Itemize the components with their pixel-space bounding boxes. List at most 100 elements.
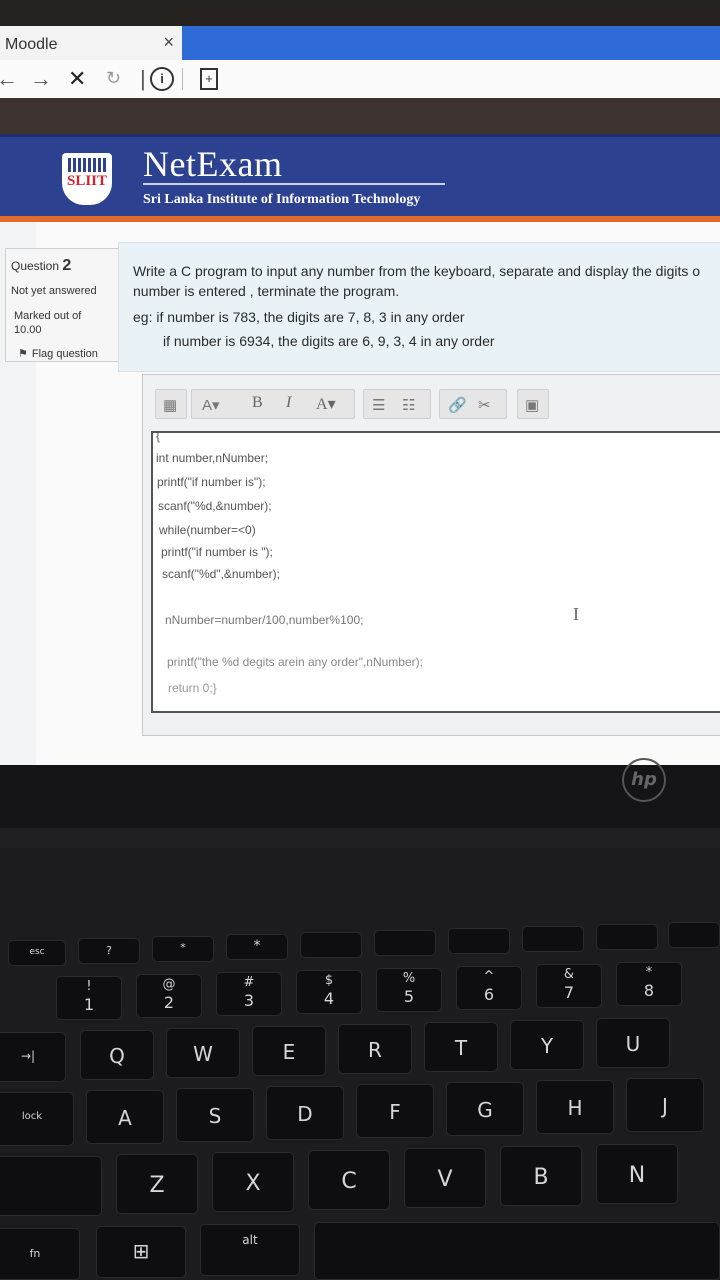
key-j[interactable]: J — [626, 1078, 704, 1132]
answer-textarea[interactable]: { int number,nNumber; printf("if number … — [151, 429, 720, 713]
key-n[interactable]: N — [596, 1144, 678, 1204]
code-line: while(number=<0) — [159, 523, 256, 537]
key-f4[interactable] — [300, 932, 362, 958]
key-y[interactable]: Y — [510, 1020, 584, 1070]
bold-button[interactable]: B — [252, 394, 263, 412]
stop-icon[interactable]: ✕ — [68, 66, 86, 92]
key-7[interactable]: & 7 — [536, 964, 602, 1008]
key-t[interactable]: T — [424, 1022, 498, 1072]
browser-navbar: ← → ✕ ↻ | i + — [0, 60, 720, 99]
key-u[interactable]: U — [596, 1018, 670, 1068]
flag-question-link[interactable]: ⚑ Flag question — [18, 347, 98, 360]
key-a[interactable]: A — [86, 1090, 164, 1144]
site-subtitle: Sri Lanka Institute of Information Techn… — [143, 192, 421, 207]
key-shift[interactable] — [0, 1156, 102, 1216]
key-4[interactable]: $4 — [296, 970, 362, 1014]
editor-toolbar: ▦ A▾ B I A▾ ☰ ☷ 🔗 ✂ ▣ — [155, 389, 720, 419]
key-b[interactable]: B — [500, 1146, 582, 1206]
nav-separator: | — [140, 66, 146, 91]
key-f2[interactable]: * — [152, 936, 214, 962]
key-z[interactable]: Z — [116, 1154, 198, 1214]
key-3[interactable]: #3 — [216, 972, 282, 1016]
flag-label: Flag question — [31, 348, 98, 360]
key-caps-lock[interactable]: lock — [0, 1092, 74, 1146]
key-g[interactable]: G — [446, 1082, 524, 1136]
question-marks: Marked out of 10.00 — [14, 309, 114, 337]
key-f6[interactable] — [448, 928, 510, 954]
flag-icon: ⚑ — [18, 348, 28, 360]
key-s[interactable]: S — [176, 1088, 254, 1142]
key-d[interactable]: D — [266, 1086, 344, 1140]
key-5[interactable]: % 5 — [376, 968, 442, 1012]
key-tab[interactable]: →| — [0, 1032, 66, 1082]
italic-button[interactable]: I — [286, 394, 291, 412]
code-line: int number,nNumber; — [156, 451, 269, 465]
key-q[interactable]: Q — [80, 1030, 154, 1080]
quiz-content: Question 2 Not yet answered Marked out o… — [0, 222, 720, 765]
tab-close-icon[interactable]: × — [163, 32, 174, 53]
windows-icon: ⊞ — [132, 1239, 150, 1263]
tab-strip — [182, 26, 720, 60]
key-6[interactable]: ^ 6 — [456, 966, 522, 1010]
code-line: scanf("%d",&number); — [162, 567, 280, 581]
site-brand[interactable]: NetExam — [143, 143, 282, 185]
laptop-screen: Moodle × ← → ✕ ↻ | i + SLIIT NetExam Sri… — [0, 0, 720, 765]
key-f[interactable]: F — [356, 1084, 434, 1138]
key-2[interactable]: @2 — [136, 974, 202, 1018]
laptop-hinge — [0, 828, 720, 848]
key-f7[interactable] — [522, 926, 584, 952]
ordered-list-icon[interactable]: ☷ — [402, 396, 415, 414]
key-w[interactable]: W — [166, 1028, 240, 1078]
key-f3[interactable]: * — [226, 934, 288, 960]
code-line: scanf("%d,&number); — [158, 499, 272, 513]
toggle-toolbar-icon[interactable]: ▦ — [163, 396, 177, 414]
forward-arrow-icon[interactable]: → — [30, 66, 52, 92]
code-line: printf("if number is "); — [161, 545, 273, 559]
marks-value: 10.00 — [14, 324, 42, 336]
key-esc[interactable]: esc — [8, 940, 66, 966]
key-e[interactable]: E — [252, 1026, 326, 1076]
hp-logo: hp — [622, 758, 666, 802]
key-f9[interactable] — [668, 922, 720, 948]
key-r[interactable]: R — [338, 1024, 412, 1074]
example-line-1: eg: if number is 783, the digits are 7, … — [133, 309, 465, 325]
question-number: Question 2 — [11, 257, 71, 275]
key-1[interactable]: ! 1 — [56, 976, 122, 1020]
code-line: nNumber=number/100,number%100; — [165, 613, 364, 627]
bookmark-add-icon[interactable]: + — [200, 68, 218, 90]
tab-title: Moodle — [5, 36, 58, 53]
key-space[interactable] — [314, 1222, 720, 1280]
key-c[interactable]: C — [308, 1150, 390, 1210]
paragraph-style-icon[interactable]: A▾ — [202, 396, 220, 414]
key-x[interactable]: X — [212, 1152, 294, 1212]
font-color-button[interactable]: A▾ — [316, 394, 336, 414]
image-icon[interactable]: ▣ — [525, 396, 539, 414]
link-icon[interactable]: 🔗 — [448, 396, 467, 414]
key-fn[interactable]: fn — [0, 1228, 80, 1280]
reload-icon[interactable]: ↻ — [106, 68, 121, 89]
link-group: 🔗 ✂ — [439, 389, 507, 419]
netexam-banner: SLIIT NetExam Sri Lanka Institute of Inf… — [0, 134, 720, 219]
info-icon[interactable]: i — [150, 67, 174, 91]
text-format-group: A▾ B I A▾ — [191, 389, 355, 419]
list-group: ☰ ☷ — [363, 389, 431, 419]
code-line: { — [156, 429, 161, 443]
sliit-logo[interactable]: SLIIT — [62, 153, 112, 205]
key-f1[interactable]: ? — [78, 938, 140, 964]
font-color-label: A — [316, 396, 328, 413]
key-8[interactable]: * 8 — [616, 962, 682, 1006]
unordered-list-icon[interactable]: ☰ — [372, 396, 385, 414]
back-arrow-icon[interactable]: ← — [0, 66, 18, 92]
key-v[interactable]: V — [404, 1148, 486, 1208]
key-f5[interactable] — [374, 930, 436, 956]
code-line: printf("the %d degits arein any order",n… — [167, 655, 423, 669]
key-windows[interactable]: ⊞ — [96, 1226, 186, 1278]
unlink-icon[interactable]: ✂ — [478, 396, 491, 414]
key-f8[interactable] — [596, 924, 658, 950]
question-number-value: 2 — [62, 257, 72, 274]
question-line-1: Write a C program to input any number fr… — [133, 263, 701, 279]
key-h[interactable]: H — [536, 1080, 614, 1134]
browser-tab[interactable]: Moodle × — [0, 26, 183, 60]
question-info-box: Question 2 Not yet answered Marked out o… — [5, 248, 121, 362]
key-alt[interactable]: alt — [200, 1224, 300, 1276]
